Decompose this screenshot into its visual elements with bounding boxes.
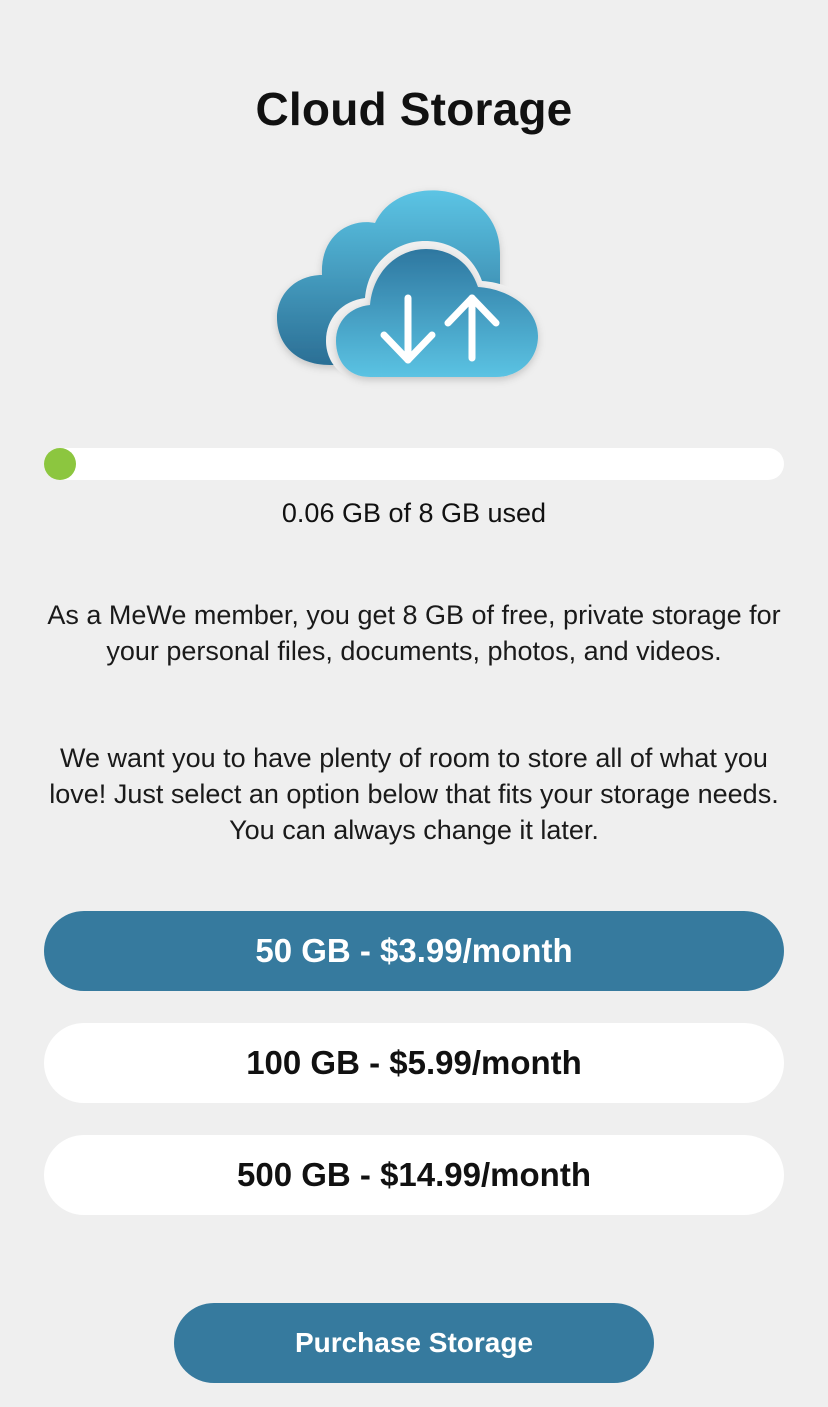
storage-usage-text: 0.06 GB of 8 GB used — [281, 498, 547, 528]
description-paragraph-2: We want you to have plenty of room to st… — [49, 743, 779, 845]
page-title: Cloud Storage — [255, 83, 573, 135]
storage-usage-bar — [44, 448, 784, 480]
plan-option-500gb[interactable]: 500 GB - $14.99/month — [44, 1135, 784, 1215]
cloud-storage-screen: Cloud Storage 0.06 GB of 8 GB used As a … — [0, 0, 828, 1407]
purchase-storage-button[interactable]: Purchase Storage — [174, 1303, 654, 1383]
description-paragraph-1: As a MeWe member, you get 8 GB of free, … — [47, 600, 781, 666]
storage-usage-fill — [44, 448, 76, 480]
cloud-upload-download-icon — [270, 183, 570, 393]
plan-option-100gb[interactable]: 100 GB - $5.99/month — [44, 1023, 784, 1103]
plan-option-50gb[interactable]: 50 GB - $3.99/month — [44, 911, 784, 991]
